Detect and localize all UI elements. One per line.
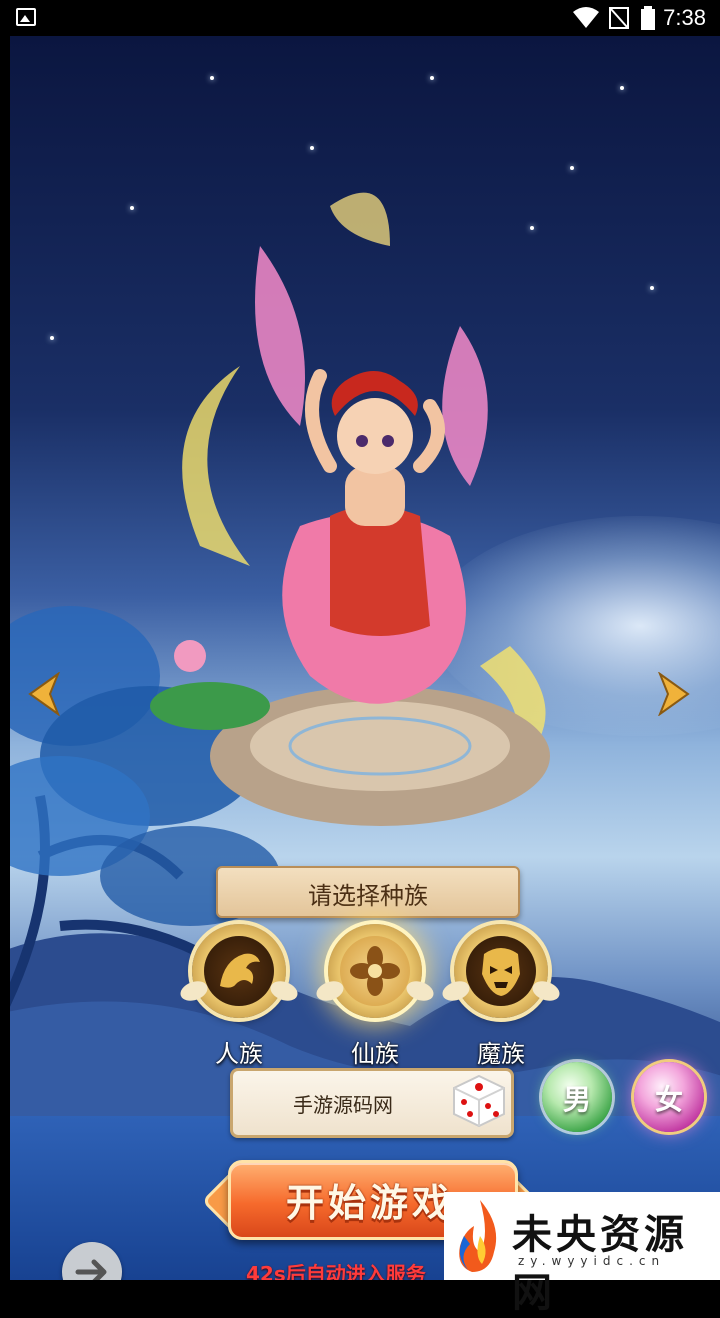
race-label: 仙族 [351, 1040, 399, 1068]
no-sim-icon [609, 7, 629, 29]
character-portrait [150, 192, 550, 826]
watermark-url: zy.wyyidc.cn [518, 1254, 666, 1268]
game-scene: 请选择种族 人族 仙族 魔族 手游源码网 男 女 开始游戏 42s后自动进入服务 [10, 36, 720, 1280]
wifi-icon [573, 7, 599, 28]
arrow-right-icon [75, 1259, 107, 1280]
race-option-immortal[interactable]: 仙族 [313, 924, 437, 1068]
race-label: 人族 [215, 1040, 263, 1068]
back-button[interactable] [62, 1242, 122, 1280]
site-watermark: 未央资源网 zy.wyyidc.cn [444, 1192, 720, 1316]
race-medal [313, 924, 437, 1018]
dragon-emblem-icon [220, 953, 260, 988]
race-option-demon[interactable]: 魔族 [439, 924, 563, 1068]
flame-logo-icon [459, 1200, 497, 1272]
gender-female-label: 女 [654, 1083, 683, 1116]
clock: 7:38 [663, 5, 706, 30]
status-bar: 7:38 [0, 0, 720, 36]
race-select-title: 请选择种族 [308, 882, 428, 910]
battery-icon [641, 6, 655, 30]
dice-icon[interactable] [450, 1072, 508, 1130]
character-name-value[interactable]: 手游源码网 [233, 1089, 453, 1118]
race-medal [439, 924, 563, 1018]
race-medal [177, 924, 301, 1018]
gender-male-button[interactable]: 男 [542, 1062, 612, 1132]
gender-male-label: 男 [562, 1083, 591, 1116]
race-option-human[interactable]: 人族 [177, 924, 301, 1068]
race-select-banner: 请选择种族 [216, 866, 520, 918]
lotus-emblem-icon [350, 946, 400, 996]
gallery-notification-icon [16, 8, 36, 26]
demon-mask-emblem-icon [482, 948, 520, 996]
gender-female-button[interactable]: 女 [634, 1062, 704, 1132]
next-character-arrow[interactable] [658, 672, 690, 716]
previous-character-arrow[interactable] [28, 672, 60, 716]
auto-enter-countdown: 42s后自动进入服务 [246, 1262, 426, 1280]
race-label: 魔族 [477, 1040, 525, 1068]
